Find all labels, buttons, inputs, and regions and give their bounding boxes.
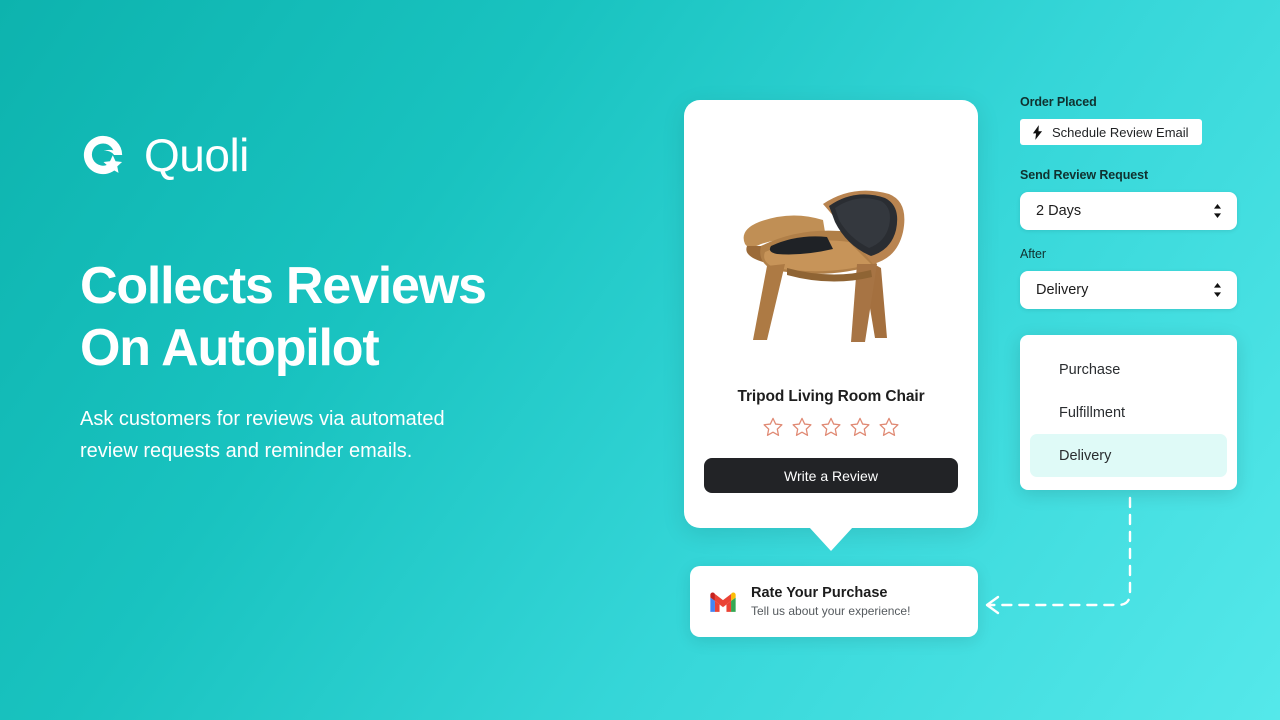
dropdown-option-delivery[interactable]: Delivery xyxy=(1030,434,1227,477)
card-pointer-tail xyxy=(809,527,853,551)
product-title: Tripod Living Room Chair xyxy=(737,388,925,405)
star-outline-icon[interactable] xyxy=(849,416,871,438)
order-placed-label: Order Placed xyxy=(1020,95,1097,109)
email-subtitle: Tell us about your experience! xyxy=(751,604,911,618)
lightning-bolt-icon xyxy=(1032,124,1043,140)
dashed-arrow-left-icon xyxy=(985,496,1132,615)
schedule-review-email-button[interactable]: Schedule Review Email xyxy=(1020,119,1202,145)
workflow-panel: Order Placed Schedule Review Email Send … xyxy=(1020,95,1240,490)
email-notification-card[interactable]: Rate Your Purchase Tell us about your ex… xyxy=(690,566,978,637)
delay-select-value: 2 Days xyxy=(1036,203,1082,219)
hero-banner: Quoli Collects Reviews On Autopilot Ask … xyxy=(0,0,1280,720)
after-label: After xyxy=(1020,247,1046,261)
star-outline-icon[interactable] xyxy=(878,416,900,438)
page-subtitle: Ask customers for reviews via automated … xyxy=(80,408,445,462)
star-outline-icon[interactable] xyxy=(762,416,784,438)
delay-select[interactable]: 2 Days xyxy=(1020,192,1237,230)
write-a-review-button[interactable]: Write a Review xyxy=(704,458,958,493)
page-title: Collects Reviews On Autopilot xyxy=(80,257,487,377)
dropdown-option-fulfillment[interactable]: Fulfillment xyxy=(1030,391,1227,434)
after-select-value: Delivery xyxy=(1036,282,1089,298)
star-outline-icon[interactable] xyxy=(820,416,842,438)
after-dropdown-menu[interactable]: Purchase Fulfillment Delivery xyxy=(1020,335,1237,490)
gmail-icon xyxy=(710,592,736,612)
star-rating[interactable] xyxy=(684,416,978,438)
email-title: Rate Your Purchase xyxy=(751,585,888,601)
send-review-request-label: Send Review Request xyxy=(1020,168,1149,182)
stepper-updown-icon[interactable] xyxy=(1213,203,1222,219)
brand-name: Quoli xyxy=(144,129,249,181)
brand-lockup: Quoli xyxy=(80,132,249,178)
after-select[interactable]: Delivery xyxy=(1020,271,1237,309)
schedule-button-label: Schedule Review Email xyxy=(1052,124,1189,140)
dropdown-option-purchase[interactable]: Purchase xyxy=(1030,348,1227,391)
stepper-updown-icon[interactable] xyxy=(1213,282,1222,298)
tripod-shell-chair-image xyxy=(743,190,905,342)
product-review-card: Tripod Living Room Chair Write a Review xyxy=(684,100,978,551)
star-outline-icon[interactable] xyxy=(791,416,813,438)
quoli-q-star-icon xyxy=(83,135,123,175)
